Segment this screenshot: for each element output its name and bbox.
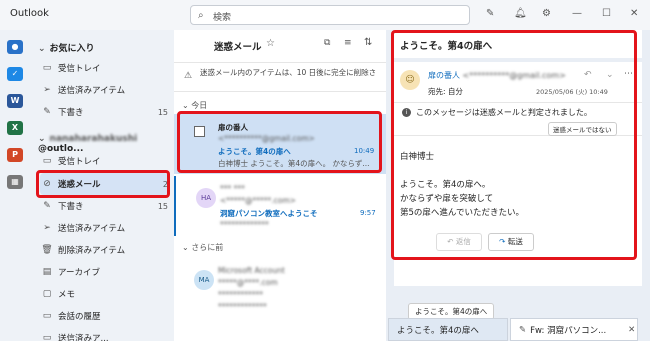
highlight-selected-message: [177, 111, 382, 173]
favorites-title: お気に入り: [49, 44, 95, 54]
message-subject: 洞窟パソコン教室へようこそ: [220, 209, 318, 218]
fav-item-inbox[interactable]: ▭ 受信トレイ: [40, 57, 168, 79]
excel-icon[interactable]: X: [7, 121, 23, 135]
group-today[interactable]: ⌄ 今日: [182, 100, 207, 111]
message-item[interactable]: MA Microsoft Account *****@****.com ****…: [174, 258, 386, 318]
folder-sent-2[interactable]: ▭ 送信済みア...: [40, 327, 168, 341]
gear-icon[interactable]: ⚙: [542, 8, 551, 19]
draft-icon: ✎: [43, 201, 51, 211]
message-subject: ************: [218, 290, 263, 299]
send-icon: ➢: [43, 223, 51, 233]
message-item[interactable]: HA *** *** <*****@*****.com> 洞窟パソコン教室へよう…: [174, 176, 386, 236]
highlight-reading-pane: [391, 30, 637, 260]
message-time: 9:57: [360, 209, 376, 217]
message-email: <*****@*****.com>: [220, 196, 296, 205]
word-icon[interactable]: W: [7, 94, 23, 108]
fav-count: 15: [157, 107, 168, 117]
bell-icon[interactable]: 🔔︎: [514, 8, 527, 19]
folder-sent[interactable]: ➢ 送信済みアイテム: [40, 217, 168, 239]
junk-retention-notice: ⚠ 迷惑メール内のアイテムは、10 日後に完全に削除さ: [174, 62, 386, 92]
folder-icon: ▭: [42, 311, 52, 321]
chevron-down-icon: ⌄: [38, 44, 46, 54]
list-title: 迷惑メール: [214, 42, 262, 53]
folder-notes[interactable]: ▢ メモ: [40, 283, 168, 305]
bottom-tab-label: ようこそ。第4の扉へ: [397, 325, 479, 336]
select-all-icon[interactable]: ⧉: [324, 38, 330, 48]
note-icon: ▢: [42, 289, 52, 299]
chevron-down-icon: ⌄: [182, 101, 192, 110]
chevron-down-icon: ⌄: [182, 243, 192, 252]
group-label: さらに前: [191, 243, 224, 252]
app-title: Outlook: [10, 8, 49, 19]
account-name-blurred: nanaharahakushi: [49, 134, 138, 144]
message-preview: *************: [220, 220, 269, 229]
message-sender: Microsoft Account: [218, 266, 285, 275]
maximize-icon[interactable]: ☐: [602, 8, 611, 19]
folder-label: アーカイブ: [58, 268, 100, 278]
inbox-icon: ▭: [42, 63, 52, 73]
folder-label: メモ: [58, 290, 76, 300]
notice-text: 迷惑メール内のアイテムは、10 日後に完全に削除さ: [200, 68, 377, 77]
message-preview: *************: [218, 302, 267, 311]
people-icon[interactable]: ●: [7, 40, 23, 54]
fav-label: 送信済みアイテム: [58, 86, 126, 96]
folder-deleted[interactable]: 🗑︎ 削除済みアイテム: [40, 239, 168, 261]
folder-count: 15: [157, 201, 168, 211]
folder-label: 下書き: [58, 202, 84, 212]
folder-archive[interactable]: ▤ アーカイブ: [40, 261, 168, 283]
pencil-icon: ✎: [519, 324, 527, 335]
folder-icon: ▭: [42, 333, 52, 341]
apps-icon[interactable]: ▦: [7, 175, 23, 189]
favorites-header[interactable]: ⌄ お気に入り: [38, 41, 95, 54]
warning-icon: ⚠: [184, 71, 193, 81]
search-icon: ⌕: [198, 10, 204, 21]
bottom-tab[interactable]: ✎ Fw: 洞窟パソコン... ✕: [510, 318, 638, 341]
star-icon[interactable]: ☆: [266, 38, 275, 49]
minimize-icon[interactable]: —: [572, 8, 582, 19]
bottom-tab-label: Fw: 洞窟パソコン...: [530, 325, 607, 336]
fav-item-sent[interactable]: ➢ 送信済みアイテム: [40, 79, 168, 101]
close-icon[interactable]: ✕: [628, 325, 635, 335]
draft-icon: ✎: [43, 107, 51, 117]
avatar: HA: [196, 188, 216, 208]
filter-icon[interactable]: ≡: [344, 38, 352, 48]
sort-icon[interactable]: ⇅: [364, 37, 372, 48]
trash-icon: 🗑︎: [41, 245, 53, 255]
group-label: 今日: [191, 101, 208, 110]
message-email: *****@****.com: [218, 278, 278, 287]
inbox-icon: ▭: [42, 156, 52, 166]
group-earlier[interactable]: ⌄ さらに前: [182, 242, 223, 253]
fav-label: 受信トレイ: [58, 64, 101, 74]
notes-icon[interactable]: ✎: [486, 8, 494, 19]
folder-label: 削除済みアイテム: [58, 246, 126, 256]
powerpoint-icon[interactable]: P: [7, 148, 23, 162]
avatar: MA: [194, 270, 214, 290]
send-icon: ➢: [43, 85, 51, 95]
app-rail: ● ✓ W X P ▦: [0, 30, 30, 341]
bottom-tab-active[interactable]: ようこそ。第4の扉へ: [388, 318, 508, 341]
folder-drafts[interactable]: ✎ 下書き 15: [40, 195, 168, 217]
folder-label: 受信トレイ: [58, 157, 101, 167]
archive-icon: ▤: [42, 267, 52, 277]
fav-label: 下書き: [58, 108, 84, 118]
folder-label: 会話の履歴: [58, 312, 101, 322]
title-bar: Outlook ⌕ 検索 ✎ 🔔︎ ⚙ — ☐ ✕: [0, 0, 650, 30]
message-list: 迷惑メール ☆ ⧉ ≡ ⇅ ⚠ 迷惑メール内のアイテムは、10 日後に完全に削除…: [174, 30, 386, 341]
folder-label: 送信済みア...: [58, 334, 109, 341]
folder-label: 送信済みアイテム: [58, 224, 126, 234]
message-sender: *** ***: [220, 184, 245, 193]
fav-item-drafts[interactable]: ✎ 下書き 15: [40, 101, 168, 123]
search-box[interactable]: ⌕ 検索: [190, 5, 470, 25]
chevron-down-icon: ⌄: [38, 134, 46, 144]
close-icon[interactable]: ✕: [630, 8, 638, 19]
todo-icon[interactable]: ✓: [7, 67, 23, 81]
search-placeholder: 検索: [213, 13, 232, 23]
folder-inbox[interactable]: ▭ 受信トレイ: [40, 150, 168, 172]
list-header: 迷惑メール ☆ ⧉ ≡ ⇅: [174, 30, 386, 60]
folder-conversation-history[interactable]: ▭ 会話の履歴: [40, 305, 168, 327]
highlight-junk-folder: [36, 170, 170, 198]
